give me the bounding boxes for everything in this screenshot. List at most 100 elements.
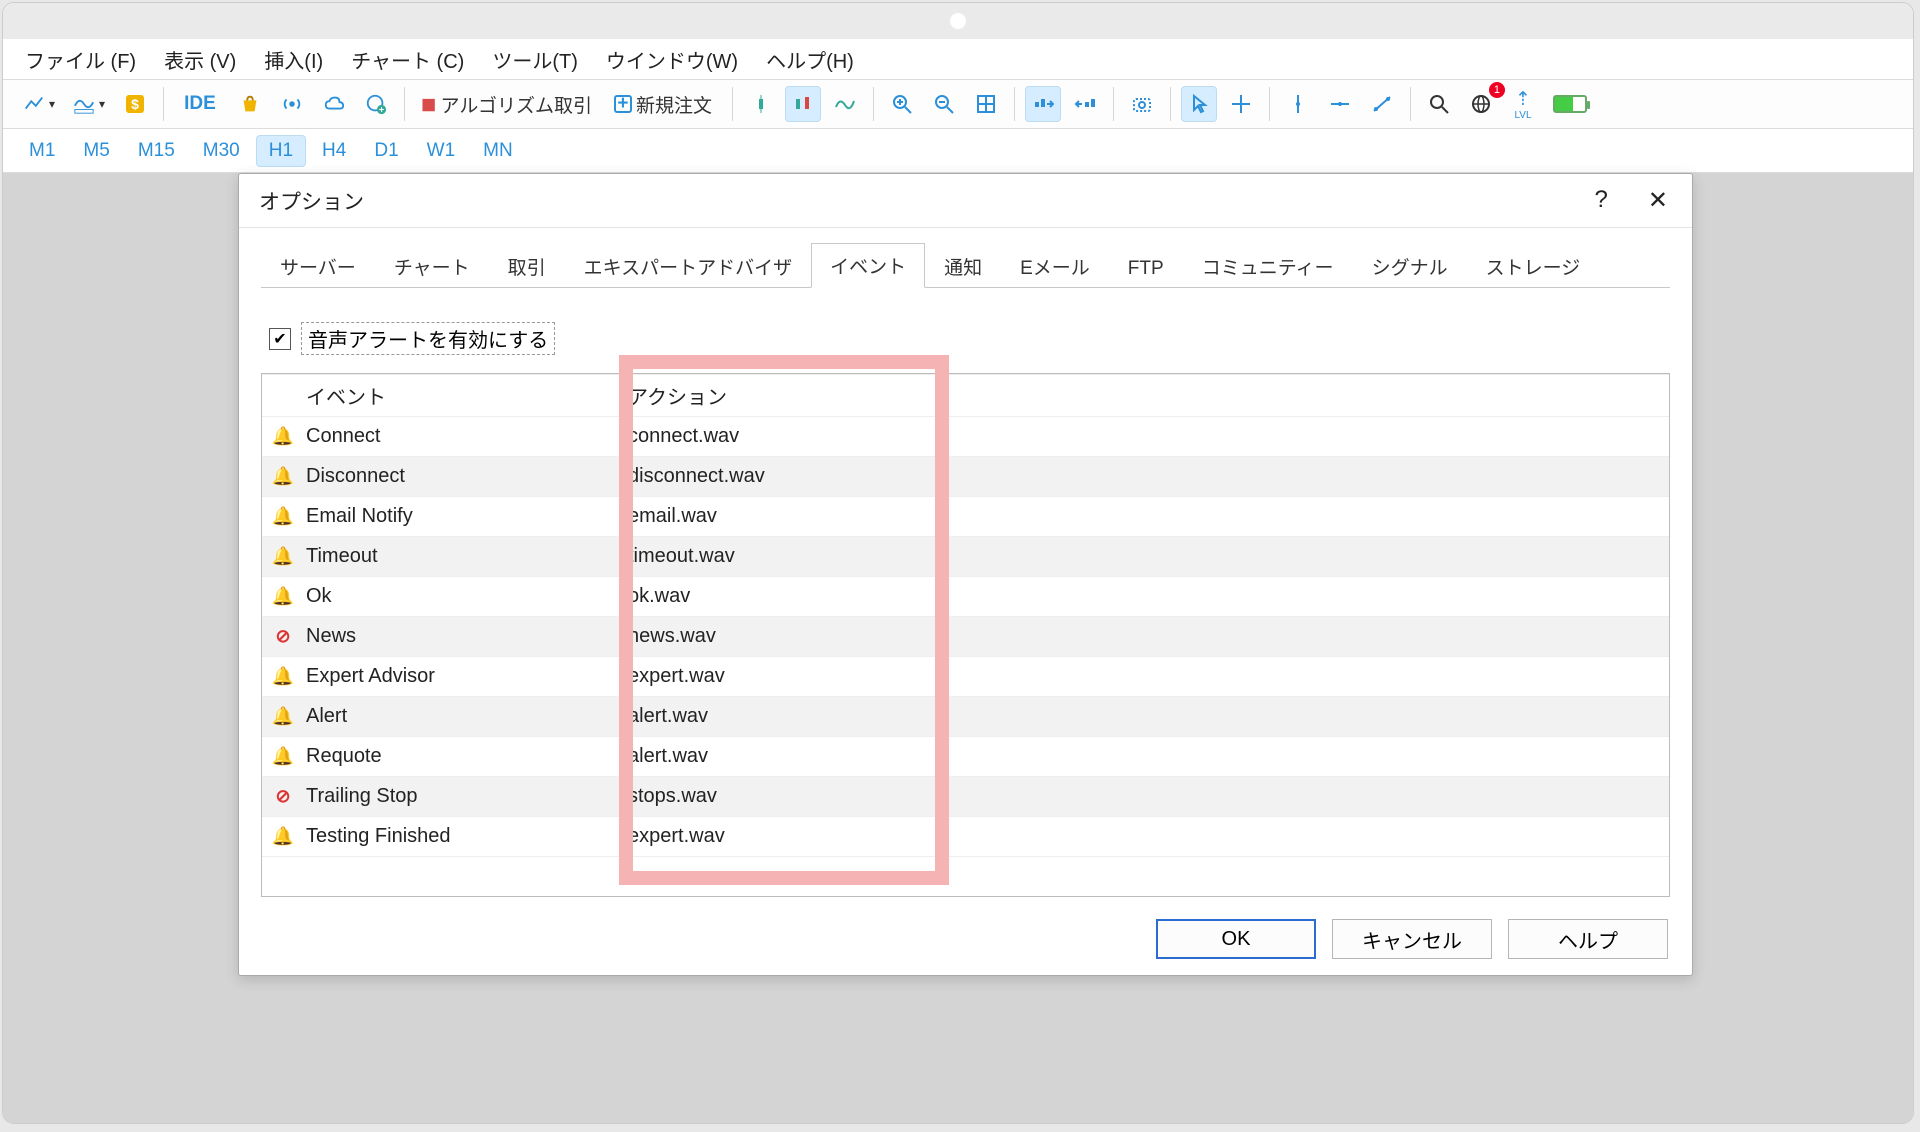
tf-w1[interactable]: W1 [415,136,468,166]
event-name: Requote [304,745,624,768]
trendline-icon[interactable] [1364,86,1400,122]
event-action[interactable]: email.wav [624,505,1669,528]
algo-trading-button[interactable]: ◼ アルゴリズム取引 [415,86,602,122]
help-icon[interactable]: ? [1595,186,1608,215]
table-row[interactable]: 🔔Requotealert.wav [262,736,1669,776]
table-row[interactable]: 🔔Email Notifyemail.wav [262,496,1669,536]
menu-file[interactable]: ファイル (F) [25,45,136,74]
disabled-icon: ⊘ [275,626,290,647]
event-action[interactable]: alert.wav [624,745,1669,768]
signal-icon[interactable] [274,86,310,122]
table-row[interactable]: 🔔 Expert Advisorexpert.wav [262,656,1669,696]
grid-icon[interactable] [968,86,1004,122]
shift-icon[interactable] [1067,86,1103,122]
tf-h4[interactable]: H4 [310,136,358,166]
wave-icon[interactable] [827,86,863,122]
line-chart-icon[interactable]: ▾ [17,86,61,122]
tf-m30[interactable]: M30 [191,136,252,166]
table-row[interactable]: 🔔Connectconnect.wav [262,416,1669,456]
ok-button[interactable]: OK [1156,919,1316,959]
table-row[interactable]: 🔔Timeouttimeout.wav [262,536,1669,576]
event-action[interactable]: disconnect.wav [624,465,1669,488]
tf-d1[interactable]: D1 [362,136,410,166]
tf-m15[interactable]: M15 [126,136,187,166]
tab-ftp[interactable]: FTP [1109,249,1183,288]
close-icon[interactable]: ✕ [1648,186,1668,215]
indicator-icon[interactable]: ▾ [67,86,111,122]
tab-community[interactable]: コミュニティー [1183,244,1353,288]
enable-sound-label: 音声アラートを有効にする [301,322,555,355]
tf-m5[interactable]: M5 [71,136,121,166]
event-name: News [304,625,624,648]
event-action[interactable]: stops.wav [624,785,1669,808]
market-icon[interactable] [232,86,268,122]
globe-plus-icon[interactable]: + [358,86,394,122]
dollar-icon[interactable]: $ [117,86,153,122]
menu-insert[interactable]: 挿入(I) [264,45,323,74]
event-name: Testing Finished [304,825,624,848]
search-icon[interactable] [1421,86,1457,122]
event-action[interactable]: timeout.wav [624,545,1669,568]
tab-notify[interactable]: 通知 [925,244,1001,288]
event-action[interactable]: alert.wav [624,705,1669,728]
table-row[interactable]: 🔔Testing Finishedexpert.wav [262,816,1669,856]
table-row[interactable]: 🔔Okok.wav [262,576,1669,616]
table-row[interactable]: 🔔Alertalert.wav [262,696,1669,736]
event-action[interactable]: expert.wav [624,665,1669,688]
dialog-footer: OK キャンセル ヘルプ [239,903,1692,975]
table-row[interactable]: 🔔Disconnectdisconnect.wav [262,456,1669,496]
menu-view[interactable]: 表示 (V) [164,45,236,74]
event-name: Expert Advisor [304,665,624,688]
col-event: イベント [304,381,624,410]
event-action[interactable]: ok.wav [624,585,1669,608]
cursor-icon[interactable] [1181,86,1217,122]
svg-text:$: $ [131,96,139,112]
hline-icon[interactable] [1322,86,1358,122]
tab-signals[interactable]: シグナル [1353,244,1467,288]
bell-icon: 🔔 [272,466,294,487]
help-button[interactable]: ヘルプ [1508,919,1668,959]
lvl-icon[interactable]: ⇡LVL [1505,86,1541,122]
menu-help[interactable]: ヘルプ(H) [766,45,854,74]
globe-notif-icon[interactable] [1463,86,1499,122]
tab-server[interactable]: サーバー [261,244,375,288]
zoom-in-icon[interactable] [884,86,920,122]
screenshot-icon[interactable] [1124,86,1160,122]
ide-button[interactable]: IDE [174,86,226,122]
event-action[interactable]: news.wav [624,625,1669,648]
tab-trade[interactable]: 取引 [489,244,565,288]
crosshair-icon[interactable] [1223,86,1259,122]
tab-ea[interactable]: エキスパートアドバイザ [565,244,811,288]
autoscroll-icon[interactable] [1025,86,1061,122]
table-row[interactable]: ⊘ Newsnews.wav [262,616,1669,656]
enable-sound-checkbox[interactable]: ✔ [269,328,291,350]
tab-email[interactable]: Eメール [1001,244,1109,288]
table-header: イベント アクション [262,374,1669,416]
dialog-tabs: サーバー チャート 取引 エキスパートアドバイザ イベント 通知 Eメール FT… [261,248,1670,288]
tab-storage[interactable]: ストレージ [1467,244,1600,288]
vline-icon[interactable] [1280,86,1316,122]
table-row[interactable]: ⊘Trailing Stopstops.wav [262,776,1669,816]
cancel-button[interactable]: キャンセル [1332,919,1492,959]
tab-chart[interactable]: チャート [375,244,489,288]
titlebar-dot [950,13,966,29]
battery-icon [1547,86,1593,122]
event-action[interactable]: connect.wav [624,425,1669,448]
tab-events[interactable]: イベント [811,243,925,288]
tf-h1[interactable]: H1 [256,135,306,167]
menu-window[interactable]: ウインドウ(W) [606,45,738,74]
candle-up-icon[interactable] [743,86,779,122]
titlebar [3,3,1913,39]
cloud-icon[interactable] [316,86,352,122]
event-name: Alert [304,705,624,728]
tf-m1[interactable]: M1 [17,136,67,166]
event-action[interactable]: expert.wav [624,825,1669,848]
event-name: Timeout [304,545,624,568]
bell-icon: 🔔 [272,666,294,687]
menu-tools[interactable]: ツール(T) [492,45,578,74]
menu-chart[interactable]: チャート (C) [351,45,464,74]
tf-mn[interactable]: MN [471,136,525,166]
zoom-out-icon[interactable] [926,86,962,122]
candle-pair-icon[interactable] [785,86,821,122]
new-order-button[interactable]: + 新規注文 [608,86,722,122]
